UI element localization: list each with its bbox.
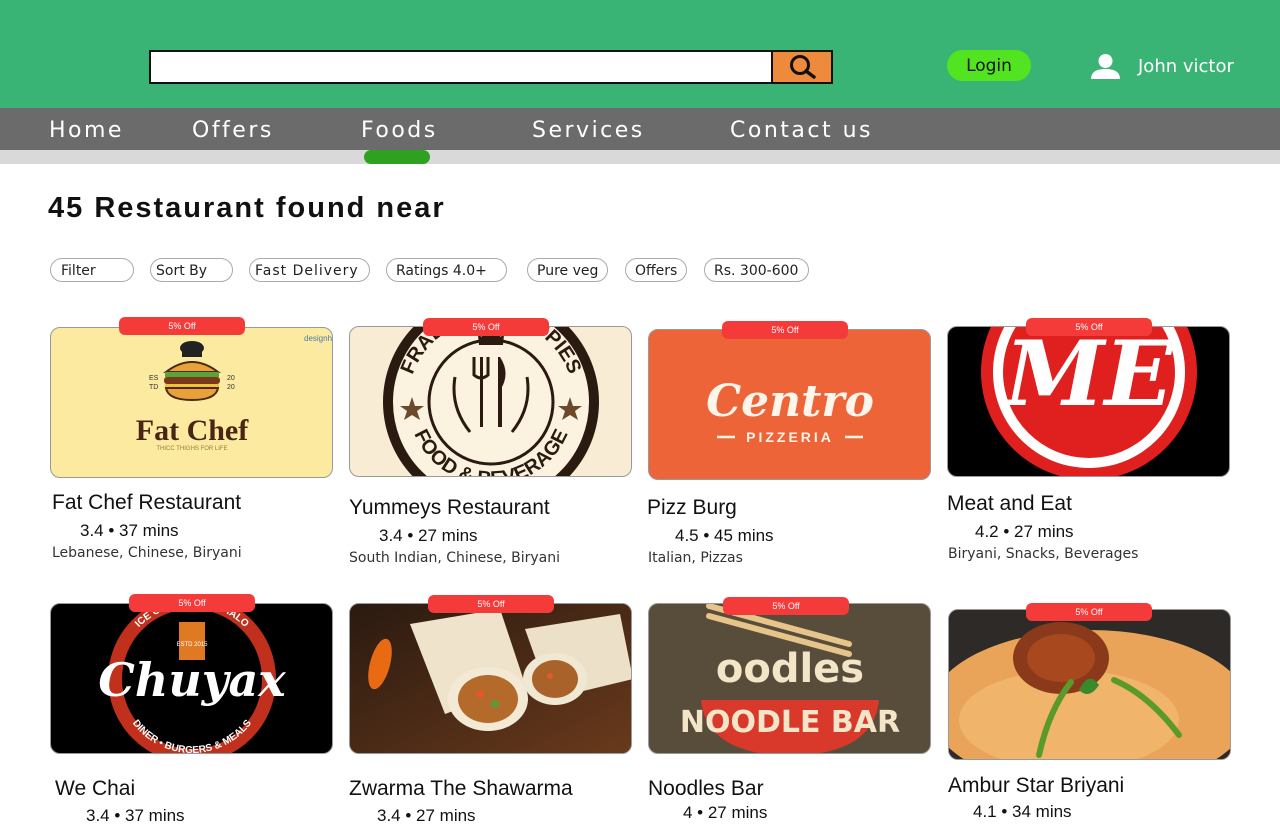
restaurant-name[interactable]: Yummeys Restaurant [349, 496, 550, 520]
user-profile[interactable]: John victor [1089, 50, 1234, 82]
restaurant-rating-time: 3.4 • 37 mins [86, 806, 185, 825]
svg-text:Fat Chef: Fat Chef [136, 414, 249, 447]
centro-logo: Centro PIZZERIA [706, 376, 874, 445]
restaurant-cuisine: South Indian, Chinese, Biryani [349, 550, 560, 566]
search-icon [790, 55, 816, 79]
svg-text:THICC THIGHS FOR LIFE: THICC THIGHS FOR LIFE [156, 446, 227, 452]
nav-active-indicator [364, 150, 430, 164]
restaurant-cuisine: Lebanese, Chinese, Biryani [52, 545, 242, 561]
filter-chip-offers[interactable]: Offers [625, 258, 687, 282]
restaurant-cuisine: Biryani, Snacks, Beverages [948, 546, 1139, 562]
filter-chip-price[interactable]: Rs. 300-600 [704, 258, 809, 282]
filter-chip-fast-delivery[interactable]: Fast Delivery [249, 258, 370, 282]
restaurant-rating-time: 4.2 • 27 mins [975, 522, 1074, 541]
login-button[interactable]: Login [947, 50, 1031, 81]
restaurant-rating-time: 3.4 • 27 mins [379, 526, 478, 545]
restaurant-card-image[interactable]: Centro PIZZERIA [648, 329, 931, 480]
svg-text:20: 20 [227, 375, 235, 382]
restaurant-card-image[interactable]: ME [947, 326, 1230, 477]
filter-chip-pure-veg[interactable]: Pure veg [527, 258, 608, 282]
shawarma-photo [350, 604, 631, 753]
restaurant-name[interactable]: We Chai [55, 777, 135, 801]
restaurant-card-image[interactable] [948, 609, 1231, 760]
restaurant-card-image[interactable]: ICE CREAM HALO HALO DINER • BURGERS & ME… [50, 603, 333, 754]
restaurant-name[interactable]: Noodles Bar [648, 777, 764, 801]
svg-text:NOODLE BAR: NOODLE BAR [680, 705, 900, 740]
search-input[interactable] [149, 50, 775, 84]
biryani-photo [949, 610, 1230, 759]
restaurant-cuisine: Italian, Pizzas [648, 550, 743, 566]
offer-badge: 5% Off [423, 318, 549, 336]
svg-text:Centro: Centro [706, 376, 874, 427]
svg-text:ESTD 2015: ESTD 2015 [176, 642, 208, 648]
offer-badge: 5% Off [428, 595, 554, 613]
filter-chip-filter[interactable]: Filter [50, 258, 134, 282]
svg-text:oodles: oodles [716, 646, 864, 692]
noodle-bar-logo: oodles NOODLE BAR [680, 604, 900, 753]
restaurant-name[interactable]: Ambur Star Briyani [948, 774, 1124, 798]
restaurant-rating-time: 3.4 • 27 mins [377, 806, 476, 825]
offer-badge: 5% Off [723, 597, 849, 615]
svg-text:20: 20 [227, 384, 235, 391]
restaurant-card-image[interactable]: designhill ES TD 20 20 Fat Chef THICC TH… [50, 327, 333, 478]
nav-item-contact-us[interactable]: Contact us [730, 108, 873, 150]
chuyax-logo: ICE CREAM HALO HALO DINER • BURGERS & ME… [98, 604, 286, 753]
restaurant-card-image[interactable] [349, 603, 632, 754]
svg-text:PIZZERIA: PIZZERIA [746, 429, 834, 445]
nav-underbar [0, 150, 1280, 164]
restaurant-name[interactable]: Meat and Eat [947, 492, 1072, 516]
restaurant-card-image[interactable]: FRADELL AND SPIES FOOD & BEVERAGE [349, 326, 632, 477]
restaurant-rating-time: 3.4 • 37 mins [80, 521, 179, 540]
nav-item-services[interactable]: Services [532, 108, 645, 150]
offer-badge: 5% Off [1026, 603, 1152, 621]
restaurant-rating-time: 4 • 27 mins [683, 803, 768, 822]
offer-badge: 5% Off [1026, 318, 1152, 336]
svg-text:ME: ME [1002, 327, 1175, 427]
offer-badge: 5% Off [129, 594, 255, 612]
restaurant-name[interactable]: Fat Chef Restaurant [52, 491, 241, 515]
results-title: 45 Restaurant found near [48, 192, 446, 224]
meat-and-eat-logo: ME [981, 327, 1197, 476]
restaurant-name[interactable]: Pizz Burg [647, 496, 737, 520]
nav-item-foods[interactable]: Foods [361, 108, 438, 150]
svg-text:designhill: designhill [304, 334, 333, 343]
restaurant-name[interactable]: Zwarma The Shawarma [349, 777, 573, 801]
yummeys-logo: FRADELL AND SPIES FOOD & BEVERAGE [383, 327, 599, 476]
search-bar [149, 50, 833, 84]
offer-badge: 5% Off [722, 321, 848, 339]
offer-badge: 5% Off [119, 317, 245, 335]
restaurant-card-image[interactable]: oodles NOODLE BAR [648, 603, 931, 754]
nav-item-home[interactable]: Home [49, 108, 124, 150]
filter-chip-ratings[interactable]: Ratings 4.0+ [386, 258, 507, 282]
user-name: John victor [1138, 55, 1234, 77]
search-button[interactable] [771, 50, 833, 84]
svg-text:Chuyax: Chuyax [98, 653, 286, 707]
filter-chip-sort-by[interactable]: Sort By [150, 258, 233, 282]
svg-text:TD: TD [149, 384, 158, 391]
nav-item-offers[interactable]: Offers [192, 108, 274, 150]
svg-text:ES: ES [149, 375, 159, 382]
restaurant-rating-time: 4.5 • 45 mins [675, 526, 774, 545]
restaurant-rating-time: 4.1 • 34 mins [973, 802, 1072, 821]
user-icon [1091, 54, 1120, 79]
fat-chef-logo: designhill ES TD 20 20 Fat Chef THICC TH… [136, 334, 333, 452]
